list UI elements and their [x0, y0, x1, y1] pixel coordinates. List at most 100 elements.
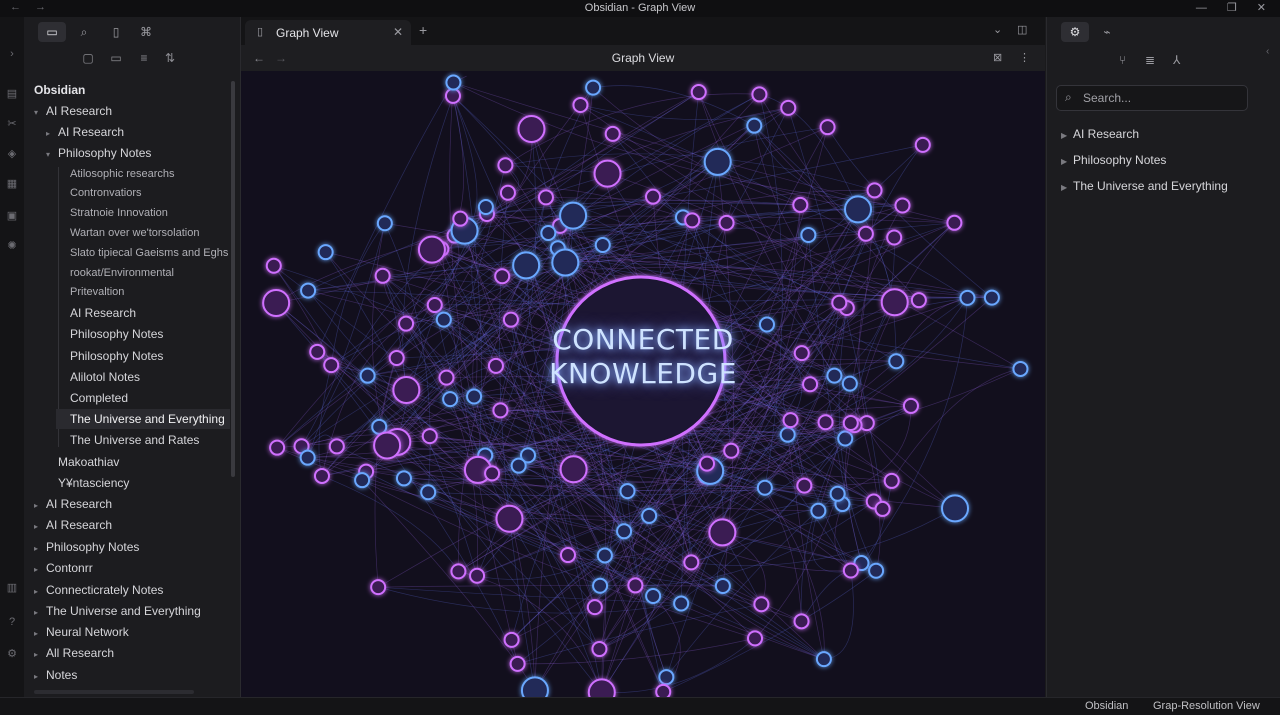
tree-item[interactable]: ▾ AI Research [34, 101, 112, 121]
branch-icon[interactable]: ⑂ [1119, 53, 1126, 67]
plugin-icon[interactable]: ✺ [5, 239, 19, 253]
graph-node[interactable] [592, 577, 609, 594]
tree-item[interactable]: Y¥ntasciency [46, 473, 129, 493]
tree-item[interactable]: Completed [58, 388, 128, 408]
gear-icon[interactable]: ⚙ [1061, 22, 1089, 42]
graph-node[interactable] [793, 613, 810, 630]
graph-node[interactable] [585, 79, 602, 96]
graph-node[interactable] [317, 244, 334, 261]
graph-node[interactable] [559, 201, 588, 230]
graph-node[interactable] [699, 455, 716, 472]
graph-node[interactable] [842, 414, 859, 431]
graph-node[interactable] [299, 449, 316, 466]
tree-item[interactable]: rookat/Environmental [58, 263, 174, 283]
maximize-icon[interactable]: ❐ [1227, 2, 1237, 14]
graph-node[interactable] [426, 297, 443, 314]
calendar-icon[interactable]: ▦ [5, 177, 19, 191]
graph-node[interactable] [503, 631, 520, 648]
graph-node[interactable] [619, 483, 636, 500]
vault-icon[interactable]: ▥ [5, 581, 19, 595]
graph-node[interactable] [886, 229, 903, 246]
graph-node[interactable] [684, 212, 701, 229]
tree-item[interactable]: Philosophy Notes [58, 346, 163, 366]
graph-node[interactable] [452, 210, 469, 227]
graph-node[interactable] [800, 226, 817, 243]
graph-node[interactable] [837, 430, 854, 447]
graph-node[interactable] [492, 402, 509, 419]
graph-node[interactable] [520, 676, 549, 697]
layers-icon[interactable]: ◈ [5, 147, 19, 161]
close-window-icon[interactable]: ✕ [1257, 2, 1266, 14]
graph-node[interactable] [593, 159, 622, 188]
graph-icon[interactable]: ⌘ [132, 22, 160, 42]
graph-node[interactable] [645, 587, 662, 604]
right-item[interactable]: ▶ Philosophy Notes [1061, 153, 1166, 167]
graph-node[interactable] [946, 214, 963, 231]
graph-node[interactable] [910, 292, 927, 309]
graph-node[interactable] [747, 630, 764, 647]
link-icon[interactable]: ⌁ [1093, 22, 1121, 42]
graph-node[interactable] [587, 678, 616, 697]
graph-node[interactable] [559, 455, 588, 484]
graph-node[interactable] [445, 74, 462, 91]
graph-node[interactable] [510, 457, 527, 474]
graph-node[interactable] [753, 596, 770, 613]
graph-node[interactable] [354, 472, 371, 489]
tree-item[interactable]: ▸ AI Research [46, 122, 124, 142]
bookmark-icon[interactable]: ▯ [102, 22, 130, 42]
graph-node[interactable] [616, 523, 633, 540]
graph-node[interactable] [810, 502, 827, 519]
graph-node[interactable] [594, 237, 611, 254]
tree-item[interactable]: ▸ Philosophy Notes [34, 537, 139, 557]
graph-node[interactable] [450, 563, 467, 580]
graph-node[interactable] [604, 125, 621, 142]
graph-node[interactable] [517, 114, 546, 143]
tree-item[interactable]: ▸ Contonrr [34, 558, 93, 578]
graph-node[interactable] [796, 477, 813, 494]
graph-node[interactable] [983, 289, 1000, 306]
graph-node[interactable] [782, 412, 799, 429]
tree-icon[interactable]: ⅄ [1173, 53, 1180, 67]
graph-node[interactable] [779, 426, 796, 443]
graph-node[interactable] [655, 683, 672, 697]
tree-item[interactable]: Slato tipiecal Gaeisms and Eghs [58, 243, 228, 263]
graph-node[interactable] [866, 182, 883, 199]
graph-node[interactable] [559, 547, 576, 564]
graph-node[interactable] [497, 157, 514, 174]
graph-node[interactable] [495, 504, 524, 533]
graph-node[interactable] [300, 282, 317, 299]
graph-node[interactable] [537, 189, 554, 206]
graph-node[interactable] [959, 289, 976, 306]
graph-node[interactable] [262, 289, 291, 318]
tree-item[interactable]: ▸ Notes [34, 665, 77, 685]
graph-node[interactable] [941, 494, 970, 523]
tree-item[interactable]: AI Research [58, 303, 136, 323]
graph-node[interactable] [792, 196, 809, 213]
graph-node[interactable] [723, 442, 740, 459]
new-note-icon[interactable]: ▢ [80, 51, 96, 65]
tree-item[interactable]: The Universe and Everything [56, 409, 230, 429]
tree-item[interactable]: ▸ Connecticrately Notes [34, 580, 163, 600]
graph-canvas[interactable]: CONNECTED KNOWLEDGE [241, 71, 1045, 697]
graph-node[interactable] [469, 567, 486, 584]
graph-node[interactable] [902, 397, 919, 414]
new-tab-icon[interactable]: + [419, 22, 427, 38]
graph-node[interactable] [673, 595, 690, 612]
tree-item[interactable]: ▸ AI Research [34, 515, 112, 535]
tree-item[interactable]: Alilotol Notes [58, 367, 140, 387]
graph-node[interactable] [703, 147, 732, 176]
close-tab-icon[interactable]: ✕ [393, 25, 403, 39]
outline-icon[interactable]: ≣ [1145, 53, 1155, 67]
graph-node[interactable] [596, 547, 613, 564]
tree-item[interactable]: Stratnoie Innovation [58, 203, 168, 223]
graph-node[interactable] [756, 479, 773, 496]
graph-node[interactable] [627, 577, 644, 594]
tree-item[interactable]: The Universe and Rates [58, 430, 199, 450]
graph-node[interactable] [842, 562, 859, 579]
graph-node[interactable] [572, 96, 589, 113]
collapse-icon[interactable]: ⇅ [162, 51, 178, 65]
graph-node[interactable] [844, 195, 873, 224]
right-item[interactable]: ▶ AI Research [1061, 127, 1139, 141]
graph-node[interactable] [645, 188, 662, 205]
tree-item[interactable]: ▾ Philosophy Notes [46, 143, 151, 163]
